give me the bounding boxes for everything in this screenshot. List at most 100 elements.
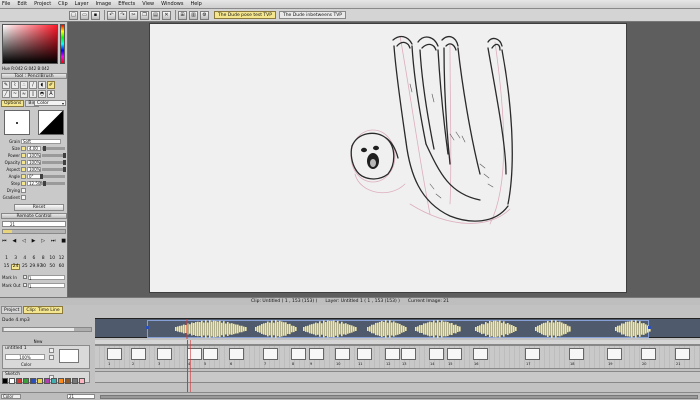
frame-thumbnail[interactable] [157, 348, 172, 360]
fps-option[interactable]: 60 [57, 264, 66, 270]
step-back-icon[interactable]: ◁ [22, 238, 26, 244]
pencilbrush-tool-icon[interactable]: ✐ [47, 81, 55, 89]
drawing-canvas[interactable] [149, 23, 627, 293]
open-icon[interactable]: ▭ [80, 10, 89, 20]
frame-thumbnail[interactable] [569, 348, 584, 360]
frame-thumbnail[interactable] [447, 348, 462, 360]
frame-thumbnail[interactable] [607, 348, 622, 360]
palette-swatch[interactable] [23, 378, 29, 384]
frame-thumbnail[interactable] [641, 348, 656, 360]
mark-in-value[interactable]: 1 [28, 274, 65, 281]
param-slider-knob[interactable] [43, 145, 47, 151]
pressure-toggle-icon[interactable] [21, 166, 26, 172]
param-value[interactable]: 100% [27, 166, 41, 172]
tab-options[interactable]: Options [1, 100, 25, 107]
fps-option[interactable]: 50 [48, 264, 57, 270]
copy-icon[interactable]: ❐ [140, 10, 149, 20]
sound-volume-slider[interactable] [2, 327, 92, 332]
sound-start-marker[interactable] [146, 326, 149, 329]
oil-tool-icon[interactable]: ◖ [38, 81, 46, 89]
menu-image[interactable]: Image [96, 0, 112, 9]
cut-icon[interactable]: ✂ [129, 10, 138, 20]
param-slider[interactable] [42, 180, 65, 186]
frame-thumbnail[interactable] [525, 348, 540, 360]
menu-project[interactable]: Project [34, 0, 51, 9]
menu-edit[interactable]: Edit [17, 0, 27, 9]
frame-thumbnail[interactable] [401, 348, 416, 360]
param-slider[interactable] [42, 145, 65, 151]
fps-option[interactable]: 24 [11, 264, 21, 270]
play-backward-icon[interactable]: ◀ [12, 238, 16, 244]
tab-clip-timeline[interactable]: Clip: Time Line [23, 306, 63, 314]
mode-dropdown[interactable]: Color ▾ [34, 100, 66, 106]
palette-swatch[interactable] [58, 378, 64, 384]
frame-thumbnail[interactable] [675, 348, 690, 360]
param-value[interactable]: 0° [27, 173, 41, 179]
palette-swatch[interactable] [30, 378, 36, 384]
undo-icon[interactable]: ↶ [107, 10, 116, 20]
stop-icon[interactable]: ■ [61, 238, 66, 244]
menu-clip[interactable]: Clip [58, 0, 67, 9]
pressure-toggle-icon[interactable] [21, 180, 26, 186]
mark-out-value[interactable]: 1 [28, 282, 65, 289]
hue-slider[interactable] [60, 24, 65, 64]
pressure-toggle-icon[interactable] [21, 152, 26, 158]
crayon-tool-icon[interactable]: / [29, 81, 37, 89]
pencil-tool-icon[interactable]: ✎ [2, 81, 10, 89]
param-value[interactable]: 100% [27, 159, 41, 165]
layout-icon[interactable]: ▥ [189, 10, 198, 20]
param-value[interactable]: 100% [27, 152, 41, 158]
fps-option[interactable]: 15 [2, 264, 11, 270]
bottom-color-dropdown[interactable]: Color [1, 394, 21, 399]
menu-help[interactable]: Help [190, 0, 201, 9]
reset-button[interactable]: Reset [14, 204, 64, 211]
blur-tool-icon[interactable]: ≈ [20, 90, 28, 98]
layer-opacity[interactable]: 100% [5, 354, 45, 360]
color-picker-square[interactable] [2, 24, 58, 64]
pressure-toggle-icon[interactable] [21, 159, 26, 165]
frame-thumbnail[interactable] [473, 348, 488, 360]
frame-thumbnail[interactable] [335, 348, 350, 360]
param-slider[interactable] [42, 159, 66, 165]
palette-swatch[interactable] [16, 378, 22, 384]
menu-windows[interactable]: Windows [161, 0, 183, 9]
fps-option[interactable]: 10 [48, 256, 57, 262]
param-slider-knob[interactable] [63, 159, 66, 165]
fps-option[interactable]: 8 [39, 256, 48, 262]
param-slider-knob[interactable] [40, 173, 43, 179]
settings-icon[interactable]: ⚙ [200, 10, 209, 20]
frame-thumbnail[interactable] [263, 348, 278, 360]
pressure-toggle-icon[interactable] [21, 145, 26, 151]
palette-swatch[interactable] [51, 378, 57, 384]
felt-tool-icon[interactable]: ╱ [2, 90, 10, 98]
grid-icon[interactable]: ⊞ [178, 10, 187, 20]
palette-swatch[interactable] [9, 378, 15, 384]
fps-option[interactable]: 1 [2, 256, 11, 262]
frame-thumbnail[interactable] [309, 348, 324, 360]
fps-option[interactable]: 29.97 [29, 264, 42, 270]
clear-icon[interactable]: ✕ [162, 10, 171, 20]
palette-swatch[interactable] [37, 378, 43, 384]
frame-thumbnail[interactable] [429, 348, 444, 360]
paste-icon[interactable]: ▤ [151, 10, 160, 20]
step-forward-icon[interactable]: ▷ [41, 238, 45, 244]
option-checkbox[interactable] [21, 187, 26, 193]
playback-progress[interactable] [2, 229, 66, 234]
param-value[interactable]: 4.00 [27, 145, 41, 151]
fps-option[interactable]: 12 [57, 256, 66, 262]
frame-thumbnail[interactable] [107, 348, 122, 360]
layer-track[interactable]: 123456789101112131415161718192021 [95, 345, 700, 369]
fps-option[interactable]: 4 [20, 256, 29, 262]
fps-option[interactable]: 6 [29, 256, 38, 262]
new-layer-button[interactable]: New [28, 339, 48, 344]
palette-swatch[interactable] [79, 378, 85, 384]
sound-track[interactable] [95, 318, 700, 339]
smudge-tool-icon[interactable]: ~ [11, 90, 19, 98]
fps-option[interactable]: 25 [20, 264, 29, 270]
param-slider[interactable] [42, 166, 66, 172]
frame-thumbnail[interactable] [131, 348, 146, 360]
fps-option[interactable]: 30 [39, 264, 48, 270]
param-slider-knob[interactable] [63, 152, 66, 158]
palette-swatch[interactable] [65, 378, 71, 384]
sketch-track[interactable] [95, 371, 700, 383]
